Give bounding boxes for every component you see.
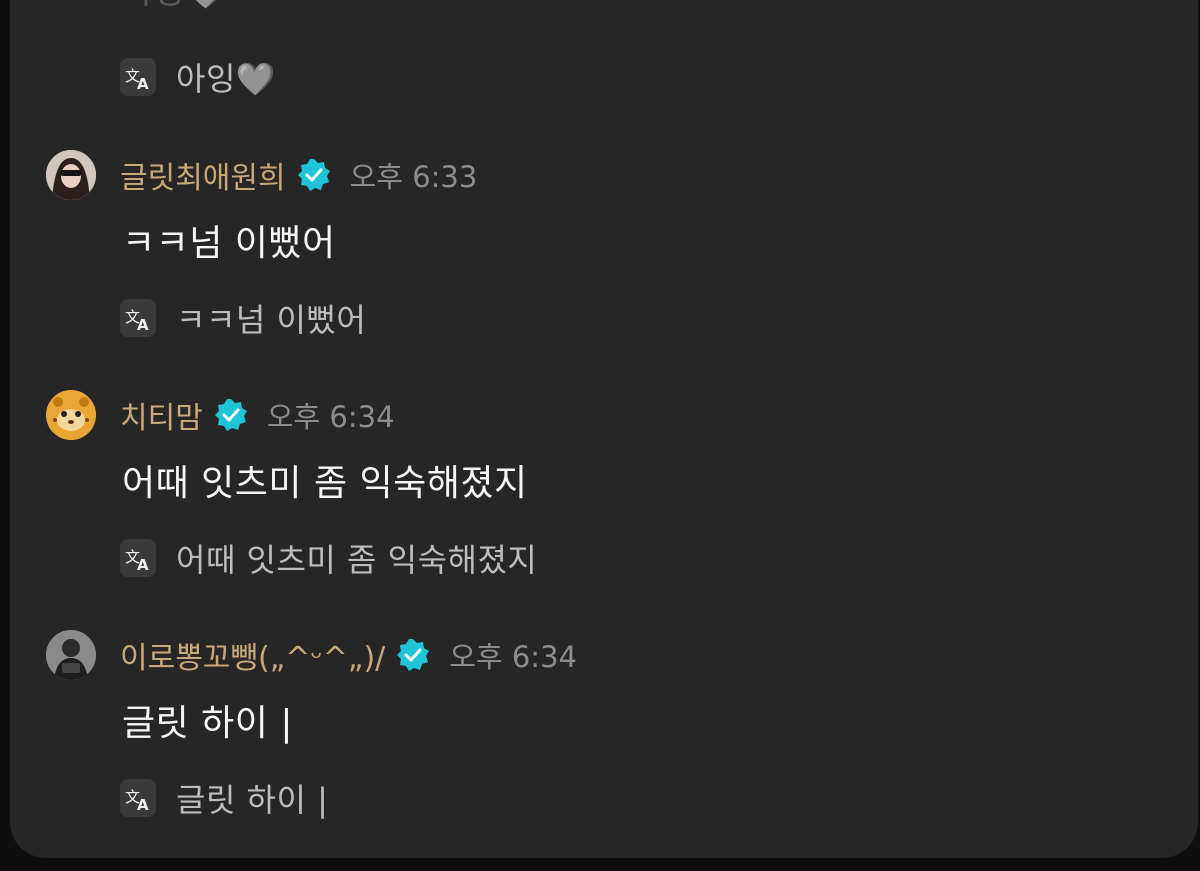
partial-message-text: 아잉 [122, 0, 185, 12]
message-header: 치티맘 오후 6:34 [46, 390, 395, 440]
svg-text:A: A [137, 796, 149, 813]
avatar[interactable] [46, 630, 96, 680]
svg-text:A: A [137, 75, 149, 92]
translation-row[interactable]: 文 A 글릿 하이 | [120, 775, 328, 821]
translation-text: ㅋㅋ넘 이뻤어 [176, 301, 367, 339]
translation-row[interactable]: 文 A 아잉🩶 [120, 54, 276, 100]
heart-emoji: 🩶 [235, 60, 277, 98]
avatar[interactable] [46, 390, 96, 440]
translation-text: 글릿 하이 | [176, 781, 329, 819]
chat-panel: 아잉🩶 文 A 아잉🩶 글릿최애원희 오후 6:33 [10, 0, 1198, 858]
message-header: 이로뽕꼬뺑(„^ᵕ^„)/ 오후 6:34 [46, 630, 577, 680]
translate-icon[interactable]: 文 A [120, 779, 156, 817]
partial-message: 아잉🩶 [122, 0, 227, 16]
message-time: 오후 6:34 [266, 400, 395, 434]
translation-text: 어때 잇츠미 좀 익숙해졌지 [176, 541, 538, 579]
avatar[interactable] [46, 150, 96, 200]
username[interactable]: 글릿최애원희 [120, 153, 286, 197]
heart-emoji: 🩶 [185, 0, 227, 12]
translation-row[interactable]: 文 A 어때 잇츠미 좀 익숙해졌지 [120, 535, 537, 581]
verified-badge-icon [297, 159, 330, 191]
translation-text-body: 아잉 [176, 60, 236, 98]
username[interactable]: 이로뽕꼬뺑(„^ᵕ^„)/ [120, 633, 385, 677]
message-time: 오후 6:33 [349, 160, 478, 194]
translate-icon[interactable]: 文 A [120, 539, 156, 577]
username[interactable]: 치티맘 [120, 393, 203, 437]
translate-icon[interactable]: 文 A [120, 299, 156, 337]
svg-text:A: A [137, 556, 149, 573]
translation-text: 아잉🩶 [176, 54, 276, 100]
verified-badge-icon [214, 399, 247, 431]
verified-badge-icon [397, 639, 430, 671]
message-text: 어때 잇츠미 좀 익숙해졌지 [122, 463, 528, 504]
translate-icon[interactable]: 文 A [120, 58, 156, 96]
svg-text:A: A [137, 316, 149, 333]
message-time: 오후 6:34 [449, 640, 577, 674]
translation-row[interactable]: 文 A ㅋㅋ넘 이뻤어 [120, 295, 366, 341]
message-text: 글릿 하이 | [122, 703, 293, 744]
message-header: 글릿최애원희 오후 6:33 [46, 150, 477, 200]
message-text: ㅋㅋ넘 이뻤어 [122, 223, 336, 264]
